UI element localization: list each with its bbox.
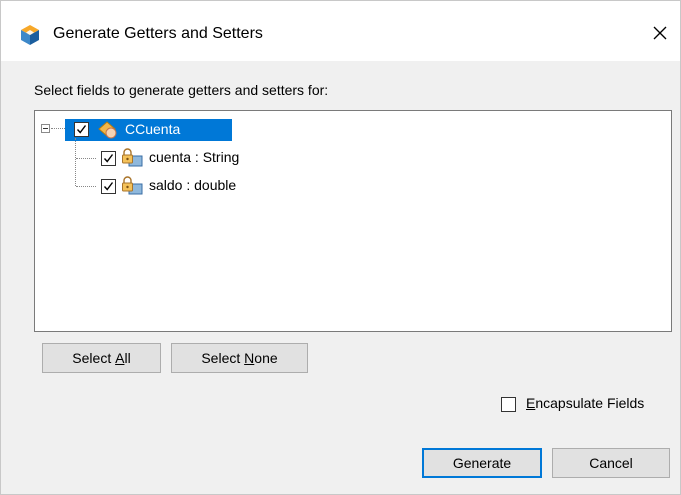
private-field-icon xyxy=(121,148,143,171)
tree-connector xyxy=(75,138,76,186)
button-label: one xyxy=(254,350,278,366)
instruction-label: Select fields to generate getters and se… xyxy=(34,82,329,98)
button-label: Select xyxy=(201,350,245,366)
private-field-icon xyxy=(121,176,143,199)
button-mnemonic: N xyxy=(244,350,255,366)
cancel-button[interactable]: Cancel xyxy=(552,448,670,478)
tree-item-saldo[interactable]: saldo : double xyxy=(101,175,361,197)
class-icon xyxy=(98,120,118,143)
tree-item-label: saldo : double xyxy=(149,177,237,193)
field-checkbox[interactable] xyxy=(101,151,116,166)
tree-item-cuenta[interactable]: cuenta : String xyxy=(101,147,361,169)
tree-root-row[interactable]: CCuenta xyxy=(65,119,232,141)
tree-connector xyxy=(76,158,96,159)
fields-tree[interactable]: CCuenta cuenta : String saldo: double xyxy=(34,110,672,332)
encapsulate-checkbox[interactable] xyxy=(501,397,516,412)
collapse-toggle[interactable] xyxy=(41,124,50,133)
encapsulate-label: Encapsulate Fields xyxy=(526,395,645,411)
button-label: Select xyxy=(72,350,116,366)
button-mnemonic: A xyxy=(115,350,125,366)
tree-connector xyxy=(76,186,96,187)
field-checkbox[interactable] xyxy=(101,179,116,194)
generate-button[interactable]: Generate xyxy=(422,448,542,478)
title-bar: Generate Getters and Setters xyxy=(1,1,680,61)
dialog-window: Generate Getters and Setters Select fiel… xyxy=(0,0,681,495)
button-label: ll xyxy=(124,350,131,366)
tree-root-label: CCuenta xyxy=(125,121,181,137)
close-button[interactable] xyxy=(641,15,679,53)
select-none-button[interactable]: Select None xyxy=(171,343,308,373)
window-title: Generate Getters and Setters xyxy=(53,25,263,42)
netbeans-cube-icon xyxy=(19,24,41,46)
tree-connector xyxy=(51,128,65,129)
root-checkbox[interactable] xyxy=(74,122,89,137)
tree-item-label: cuenta : String xyxy=(149,149,240,165)
close-icon xyxy=(652,25,668,44)
select-all-button[interactable]: Select All xyxy=(42,343,161,373)
